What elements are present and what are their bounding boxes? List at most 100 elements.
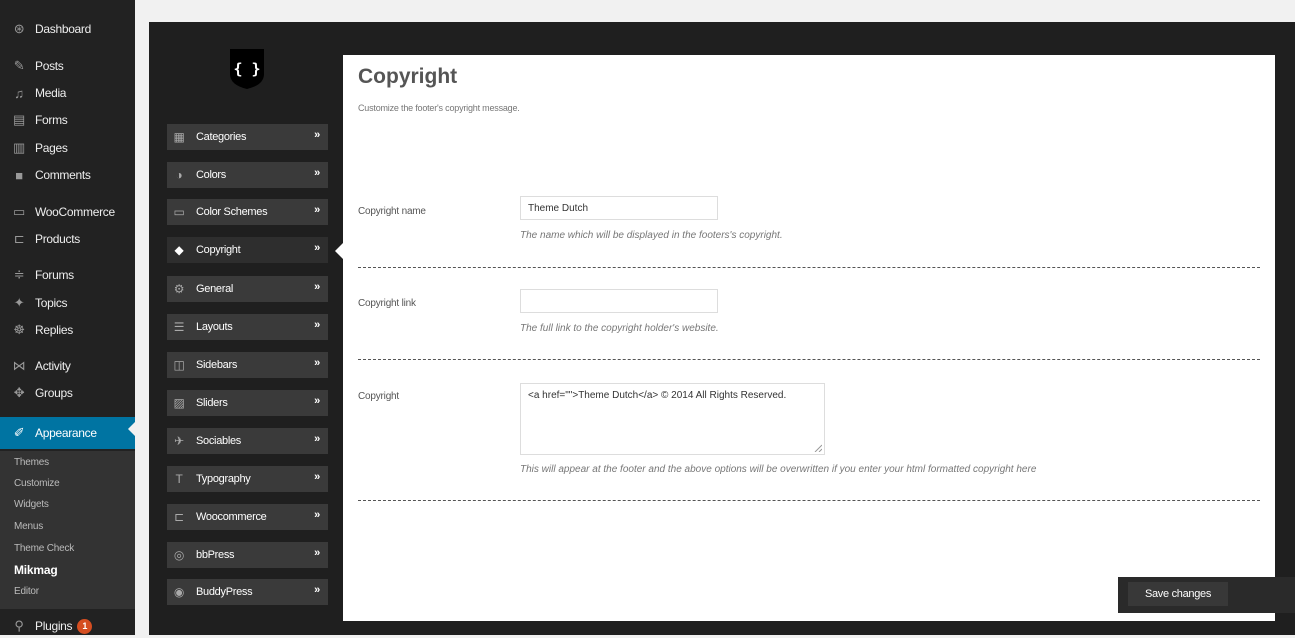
tab-buddypress[interactable]: ◉ BuddyPress » bbox=[167, 579, 328, 605]
submenu-item-customize[interactable]: Customize bbox=[14, 478, 60, 489]
theme-logo-icon: { } bbox=[230, 49, 264, 89]
resize-handle-icon[interactable] bbox=[814, 444, 822, 452]
contrast-icon: ◑ bbox=[175, 168, 183, 182]
tab-bbpress[interactable]: ◎ bbPress » bbox=[167, 542, 328, 568]
image-icon: ▨ bbox=[173, 396, 185, 410]
cogs-icon: ⚙ bbox=[173, 282, 185, 296]
sidebar-item-dashboard[interactable]: ⊛ Dashboard bbox=[0, 17, 135, 41]
divider bbox=[358, 359, 1260, 360]
tab-label: Colors bbox=[196, 169, 226, 181]
sidebar-item-forums[interactable]: ≑ Forums bbox=[0, 263, 135, 287]
monitor-icon: ▭ bbox=[173, 205, 185, 219]
tab-label: Sliders bbox=[196, 397, 228, 409]
media-icon: ♫ bbox=[14, 85, 24, 101]
field-label-copyright-name: Copyright name bbox=[358, 206, 426, 217]
chevron-right-icon: » bbox=[314, 395, 320, 407]
tab-sidebars[interactable]: ◫ Sidebars » bbox=[167, 352, 328, 378]
activity-icon: ⋈ bbox=[12, 358, 26, 373]
admin-sidebar: ⊛ Dashboard ✎ Posts ♫ Media ▤ Forms ▥ Pa… bbox=[0, 0, 135, 635]
sidebar-item-products[interactable]: ⊏ Products bbox=[0, 227, 135, 251]
sidebar-item-label: Media bbox=[35, 86, 67, 100]
page-description: Customize the footer's copyright message… bbox=[358, 103, 520, 113]
grid-icon: ▦ bbox=[173, 130, 185, 144]
submenu-item-menus[interactable]: Menus bbox=[14, 521, 43, 532]
sidebar-item-label: Dashboard bbox=[35, 22, 92, 36]
copyright-html-textarea[interactable]: <a href="">Theme Dutch</a> © 2014 All Ri… bbox=[520, 383, 825, 455]
pages-icon: ▥ bbox=[13, 140, 25, 155]
field-label-copyright: Copyright bbox=[358, 391, 399, 402]
columns-icon: ◫ bbox=[173, 358, 185, 372]
sidebar-item-groups[interactable]: ✥ Groups bbox=[0, 381, 135, 405]
tab-woocommerce[interactable]: ⊏ Woocommerce » bbox=[167, 504, 328, 530]
tag-icon: ◆ bbox=[174, 243, 184, 257]
chevron-right-icon: » bbox=[314, 281, 320, 293]
sidebar-item-label: Forums bbox=[35, 268, 74, 282]
update-count-badge: 1 bbox=[77, 618, 93, 634]
tab-label: Typography bbox=[196, 473, 251, 485]
chevron-right-icon: » bbox=[314, 167, 320, 179]
options-content: Copyright Customize the footer's copyrig… bbox=[343, 55, 1275, 621]
sidebar-item-pages[interactable]: ▥ Pages bbox=[0, 136, 135, 160]
sidebar-item-activity[interactable]: ⋈ Activity bbox=[0, 354, 135, 378]
save-changes-button[interactable]: Save changes bbox=[1128, 582, 1228, 606]
sidebar-item-comments[interactable]: ■ Comments bbox=[0, 163, 135, 187]
chevron-right-icon: » bbox=[314, 357, 320, 369]
page-title: Copyright bbox=[358, 65, 458, 88]
tab-label: Color Schemes bbox=[196, 206, 268, 218]
submenu-item-theme-check[interactable]: Theme Check bbox=[14, 543, 74, 554]
tab-label: Sociables bbox=[196, 435, 241, 447]
sidebar-item-label: Groups bbox=[35, 386, 73, 400]
topics-icon: ✦ bbox=[13, 295, 25, 310]
twitter-icon: ✈ bbox=[174, 434, 184, 448]
submenu-item-themes[interactable]: Themes bbox=[14, 457, 49, 468]
tab-label: Sidebars bbox=[196, 359, 238, 371]
tab-categories[interactable]: ▦ Categories » bbox=[167, 124, 328, 150]
typography-icon: T bbox=[175, 472, 183, 486]
tab-general[interactable]: ⚙ General » bbox=[167, 276, 328, 302]
tab-colors[interactable]: ◑ Colors » bbox=[167, 162, 328, 188]
logo-text: { } bbox=[233, 60, 260, 78]
copyright-name-input[interactable] bbox=[520, 196, 718, 220]
chevron-right-icon: » bbox=[314, 242, 320, 254]
sidebar-item-forms[interactable]: ▤ Forms bbox=[0, 108, 135, 132]
chevron-right-icon: » bbox=[314, 433, 320, 445]
tab-label: General bbox=[196, 283, 234, 295]
appearance-icon: ✐ bbox=[13, 425, 25, 440]
divider bbox=[358, 500, 1260, 501]
chevron-right-icon: » bbox=[314, 129, 320, 141]
submenu-item-mikmag[interactable]: Mikmag bbox=[14, 563, 58, 577]
tab-color-schemes[interactable]: ▭ Color Schemes » bbox=[167, 199, 328, 225]
replies-icon: ☸ bbox=[13, 322, 25, 337]
sidebar-item-appearance[interactable]: ✐ Appearance bbox=[0, 417, 135, 449]
plugins-icon: ⚲ bbox=[14, 618, 24, 633]
forums-icon: ≑ bbox=[13, 267, 25, 282]
copyright-link-input[interactable] bbox=[520, 289, 718, 313]
sidebar-item-plugins[interactable]: ⚲ Plugins 1 bbox=[0, 614, 135, 638]
tab-label: Categories bbox=[196, 131, 247, 143]
chevron-right-icon: » bbox=[314, 319, 320, 331]
sidebar-item-replies[interactable]: ☸ Replies bbox=[0, 318, 135, 342]
submenu-item-widgets[interactable]: Widgets bbox=[14, 499, 49, 510]
tab-copyright[interactable]: ◆ Copyright » bbox=[167, 237, 328, 263]
list-icon: ☰ bbox=[173, 320, 185, 334]
sidebar-item-label: WooCommerce bbox=[35, 205, 115, 219]
tab-label: BuddyPress bbox=[196, 586, 253, 598]
tab-label: Woocommerce bbox=[196, 511, 267, 523]
bbpress-icon: ◎ bbox=[173, 548, 185, 562]
save-bar: Save changes bbox=[1118, 577, 1295, 613]
tab-sliders[interactable]: ▨ Sliders » bbox=[167, 390, 328, 416]
sidebar-item-label: Pages bbox=[35, 141, 68, 155]
appearance-submenu: Themes Customize Widgets Menus Theme Che… bbox=[0, 451, 135, 609]
sidebar-item-label: Comments bbox=[35, 168, 91, 182]
sidebar-item-woocommerce[interactable]: ▭ WooCommerce bbox=[0, 200, 135, 224]
sidebar-item-label: Plugins bbox=[35, 619, 73, 633]
tab-sociables[interactable]: ✈ Sociables » bbox=[167, 428, 328, 454]
sidebar-item-media[interactable]: ♫ Media bbox=[0, 81, 135, 105]
submenu-item-editor[interactable]: Editor bbox=[14, 586, 39, 597]
sidebar-item-label: Replies bbox=[35, 323, 73, 337]
sidebar-item-topics[interactable]: ✦ Topics bbox=[0, 291, 135, 315]
tab-typography[interactable]: T Typography » bbox=[167, 466, 328, 492]
sidebar-item-posts[interactable]: ✎ Posts bbox=[0, 54, 135, 78]
sidebar-item-label: Posts bbox=[35, 59, 64, 73]
tab-layouts[interactable]: ☰ Layouts » bbox=[167, 314, 328, 340]
